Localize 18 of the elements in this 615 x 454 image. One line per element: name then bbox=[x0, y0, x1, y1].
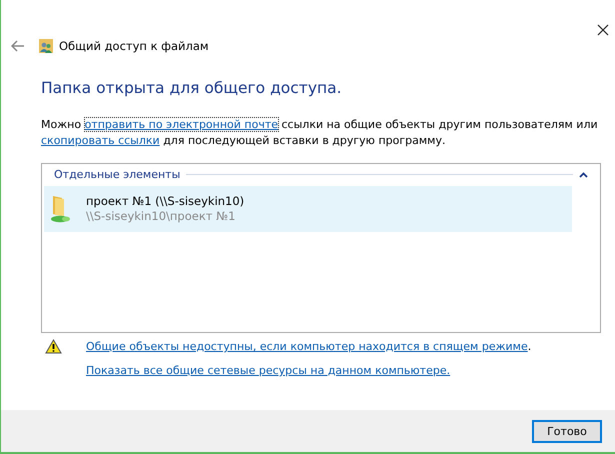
link[interactable]: Общие объекты недоступны, если компьютер находится в спящем режиме bbox=[86, 340, 528, 353]
message-text: Можно отправить по электронной почте ссылки на общие объекты другим пользователям или скопировать ссылки для последующей вставки в другую программу. bbox=[41, 117, 599, 149]
group-header[interactable]: Отдельные элементы bbox=[54, 168, 180, 181]
link[interactable]: Показать все общие сетевые ресурсы на данном компьютере. bbox=[86, 364, 450, 377]
warning-icon bbox=[45, 339, 62, 354]
item-path: \\S-siseykin10\проект №1 bbox=[86, 209, 236, 224]
item-name: проект №1 (\\S-siseykin10) bbox=[86, 194, 244, 209]
window-title: Общий доступ к файлам bbox=[59, 39, 209, 53]
link[interactable]: скопировать ссылки bbox=[41, 134, 160, 147]
back-arrow-icon[interactable] bbox=[11, 40, 25, 52]
note-text: Общие объекты недоступны, если компьютер находится в спящем режиме. bbox=[86, 339, 532, 355]
shared-item[interactable]: проект №1 (\\S-siseykin10) \\S-siseykin10\проект №1 bbox=[44, 186, 572, 232]
collapse-chevron-icon[interactable] bbox=[579, 172, 588, 178]
shared-users-icon bbox=[39, 39, 53, 53]
done-button[interactable]: Готово bbox=[532, 420, 602, 442]
heading: Папка открыта для общего доступа. bbox=[41, 79, 343, 97]
link[interactable]: отправить по электронной почте bbox=[84, 118, 278, 131]
close-icon[interactable] bbox=[597, 24, 609, 36]
